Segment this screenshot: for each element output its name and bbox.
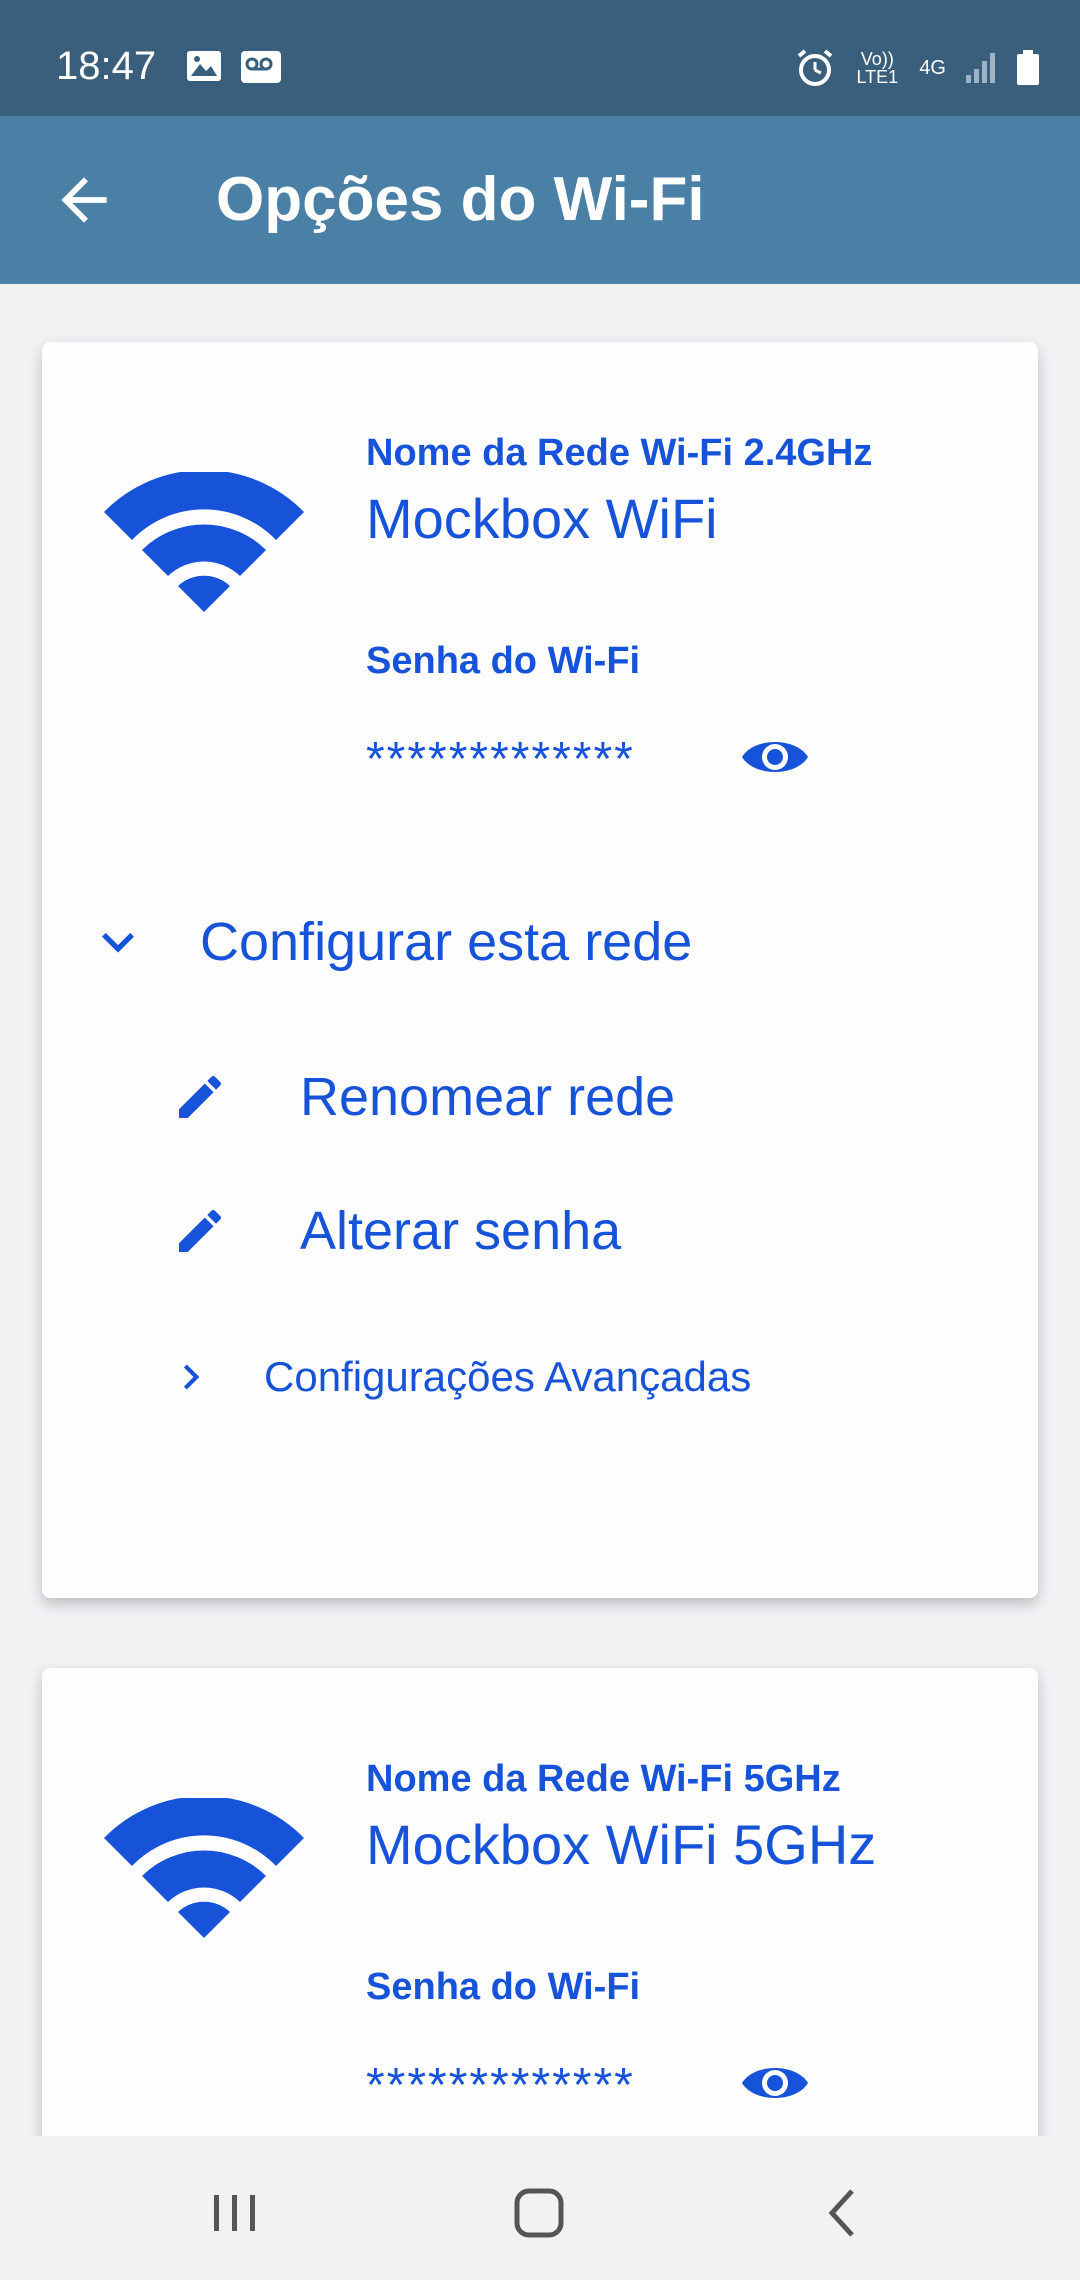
volte-icon: Vo)) LTE1 [856, 49, 899, 87]
app-bar: Opções do Wi-Fi [0, 116, 1080, 284]
system-nav-bar [0, 2136, 1080, 2280]
network-name: Mockbox WiFi 5GHz [366, 1813, 877, 1876]
wifi-icon [104, 472, 304, 612]
password-label: Senha do Wi-Fi [366, 1966, 641, 2008]
pencil-icon [179, 1075, 222, 1118]
battery-icon [1017, 50, 1039, 85]
pencil-icon [179, 1209, 222, 1252]
chevron-right-icon [183, 1364, 200, 1390]
advanced-settings-button[interactable]: Configurações Avançadas [166, 1352, 751, 1402]
network-name: Mockbox WiFi [366, 487, 718, 550]
back-icon[interactable] [808, 2178, 878, 2248]
password-value: ************* [366, 733, 635, 786]
signal-icon [966, 53, 995, 83]
eye-icon[interactable] [740, 732, 810, 782]
network-name-label: Nome da Rede Wi-Fi 2.4GHz [366, 432, 873, 474]
password-value: ************* [366, 2059, 635, 2112]
image-icon [187, 51, 221, 81]
network-name-label: Nome da Rede Wi-Fi 5GHz [366, 1758, 841, 1800]
network-card-2g: Nome da Rede Wi-Fi 2.4GHz Mockbox WiFi S… [42, 342, 1038, 1598]
status-bar: 18:47 Vo)) LTE1 4G [0, 0, 1080, 116]
page-title: Opções do Wi-Fi [216, 165, 705, 234]
alarm-icon [798, 49, 833, 86]
configure-network-label: Configurar esta rede [200, 912, 693, 972]
back-arrow-icon[interactable] [50, 166, 118, 234]
network-card-5g: Nome da Rede Wi-Fi 5GHz Mockbox WiFi 5GH… [42, 1668, 1038, 2136]
status-right-icons: Vo)) LTE1 4G [795, 48, 1040, 88]
rename-network-button[interactable]: Renomear rede [172, 1066, 675, 1128]
advanced-settings-label: Configurações Avançadas [264, 1353, 752, 1400]
home-icon[interactable] [504, 2178, 574, 2248]
password-label: Senha do Wi-Fi [366, 640, 641, 682]
chevron-down-icon [102, 932, 134, 953]
change-password-label: Alterar senha [300, 1201, 622, 1261]
configure-network-toggle[interactable]: Configurar esta rede [86, 910, 692, 974]
change-password-button[interactable]: Alterar senha [172, 1200, 621, 1262]
wifi-icon [104, 1798, 304, 1938]
voicemail-icon [241, 51, 281, 83]
status-time: 18:47 [56, 44, 157, 88]
wifi-options-list[interactable]: Nome da Rede Wi-Fi 2.4GHz Mockbox WiFi S… [0, 284, 1080, 2136]
4g-icon: 4G [919, 56, 946, 79]
eye-icon[interactable] [740, 2058, 810, 2108]
rename-network-label: Renomear rede [300, 1067, 676, 1127]
recents-icon[interactable] [200, 2178, 270, 2248]
